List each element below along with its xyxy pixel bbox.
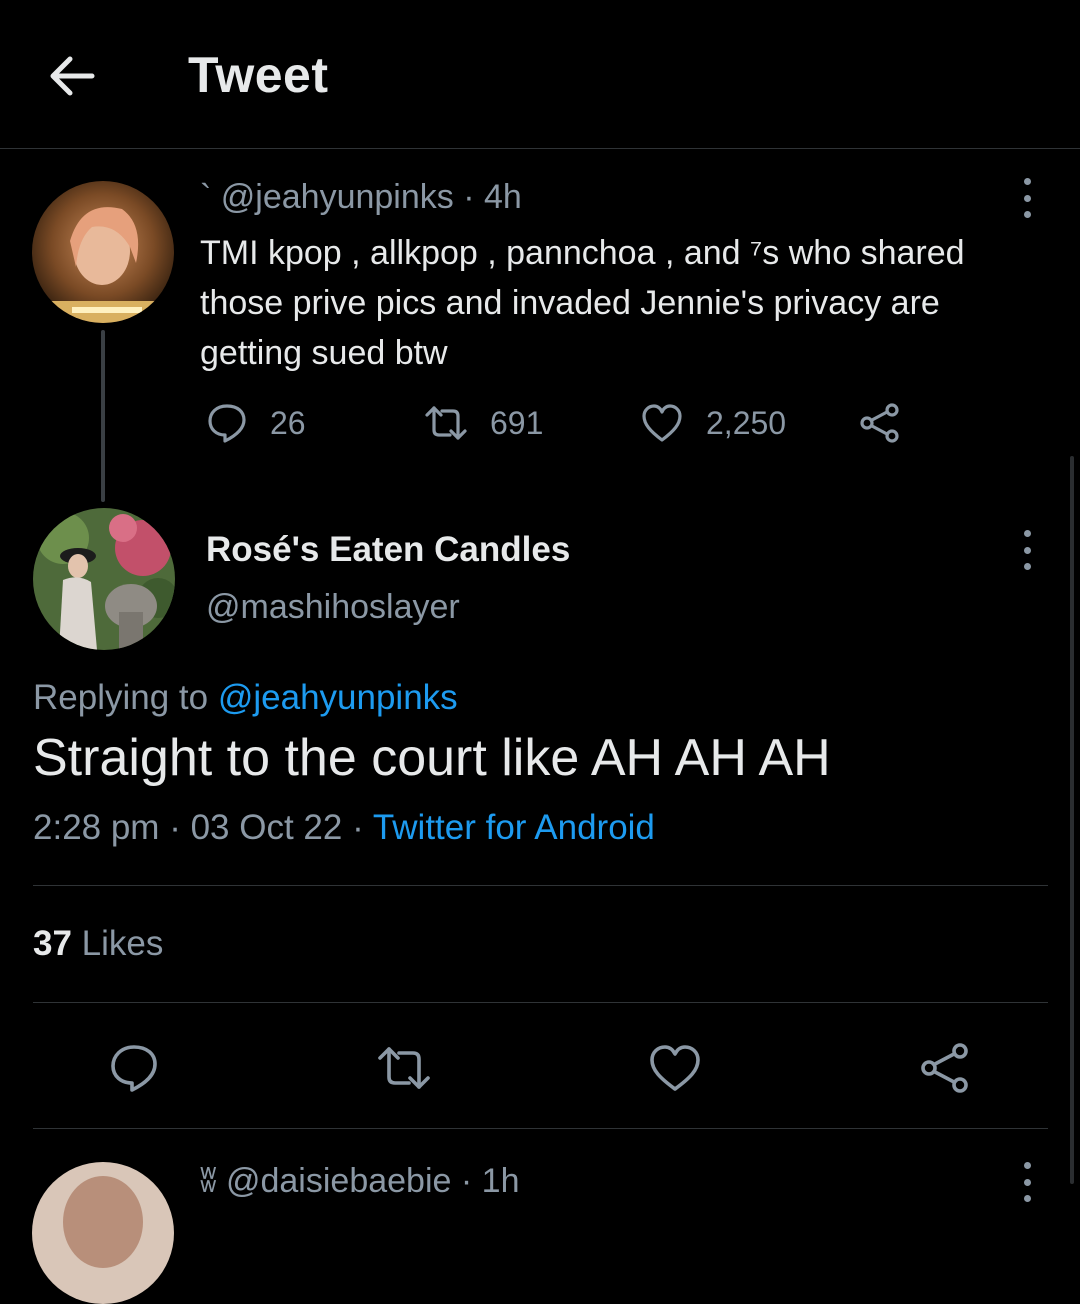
heart-icon — [642, 404, 682, 442]
avatar-next-reply[interactable] — [32, 1162, 174, 1304]
next-tweet-meta: ʬ @daisiebaebie · 1h — [200, 1162, 519, 1201]
author-display-name[interactable]: Rosé's Eaten Candles — [206, 530, 570, 570]
divider — [33, 1002, 1048, 1003]
thread-connector-line — [101, 330, 105, 502]
like-button[interactable] — [643, 1036, 707, 1100]
tweet-source-link[interactable]: Twitter for Android — [373, 808, 655, 847]
parent-time[interactable]: 4h — [484, 178, 522, 216]
reply-icon — [208, 404, 246, 443]
next-time[interactable]: 1h — [482, 1162, 520, 1200]
page-title: Tweet — [188, 47, 329, 103]
more-dot-icon — [1023, 211, 1031, 218]
parent-reply-button[interactable]: 26 — [206, 402, 306, 444]
parent-like-button[interactable]: 2,250 — [640, 402, 786, 444]
tweet-timestamp-line: 2:28 pm · 03 Oct 22 · Twitter for Androi… — [33, 808, 655, 848]
likes-summary[interactable]: 37 Likes — [33, 924, 163, 964]
next-handle[interactable]: @daisiebaebie — [226, 1162, 451, 1200]
meta-separator: · — [463, 178, 475, 216]
more-dot-icon — [1023, 546, 1031, 554]
retweet-icon — [378, 1047, 430, 1089]
author-handle[interactable]: @mashihoslayer — [206, 588, 460, 627]
more-dot-icon — [1023, 530, 1031, 537]
likes-count: 37 — [33, 924, 72, 963]
parent-more-options-button[interactable] — [1016, 178, 1038, 218]
share-button[interactable] — [913, 1036, 977, 1100]
retweet-count: 691 — [490, 404, 544, 441]
parent-display-name[interactable]: ` — [200, 178, 211, 216]
parent-share-button[interactable] — [858, 402, 924, 444]
heart-icon — [650, 1045, 700, 1091]
back-button[interactable] — [40, 44, 104, 108]
next-display-name[interactable]: ʬ — [200, 1162, 217, 1200]
more-dot-icon — [1023, 563, 1031, 570]
parent-handle[interactable]: @jeahyunpinks — [221, 178, 454, 216]
tweet-date: 03 Oct 22 — [190, 808, 343, 847]
header-bar — [0, 0, 1080, 149]
meta-separator: · — [159, 808, 191, 847]
parent-tweet-text: TMI kpop , allkpop , pannchoa , and ⁷s w… — [200, 234, 965, 372]
reply-button[interactable] — [102, 1036, 166, 1100]
share-icon — [860, 403, 899, 443]
more-dot-icon — [1023, 178, 1031, 185]
likes-label: Likes — [71, 924, 164, 963]
meta-separator: · — [342, 808, 373, 847]
meta-separator: · — [460, 1162, 473, 1200]
divider — [33, 885, 1048, 886]
replying-to-line: Replying to @jeahyunpinks — [33, 678, 458, 718]
replying-to-handle-link[interactable]: @jeahyunpinks — [218, 678, 458, 717]
divider — [33, 1128, 1048, 1129]
arrow-left-icon — [50, 56, 95, 96]
more-dot-icon — [1023, 1178, 1031, 1186]
retweet-icon — [425, 406, 467, 440]
main-tweet-text: Straight to the court like AH AH AH — [33, 729, 831, 787]
next-more-options-button[interactable] — [1016, 1162, 1038, 1202]
avatar-mashihoslayer[interactable] — [33, 508, 175, 650]
more-dot-icon — [1023, 1162, 1031, 1169]
reply-count: 26 — [270, 404, 306, 441]
parent-retweet-button[interactable]: 691 — [424, 402, 543, 444]
avatar-jeahyunpinks[interactable] — [32, 181, 174, 323]
replying-prefix: Replying to — [33, 678, 218, 717]
scrollbar[interactable] — [1070, 456, 1074, 1184]
share-icon — [921, 1043, 968, 1093]
parent-tweet-meta: ` @jeahyunpinks · 4h — [200, 178, 522, 217]
tweet-time: 2:28 pm — [33, 808, 160, 847]
like-count: 2,250 — [706, 404, 787, 441]
retweet-button[interactable] — [372, 1036, 436, 1100]
main-more-options-button[interactable] — [1016, 530, 1038, 570]
reply-icon — [111, 1045, 157, 1092]
more-dot-icon — [1023, 1195, 1031, 1202]
more-dot-icon — [1023, 194, 1031, 202]
